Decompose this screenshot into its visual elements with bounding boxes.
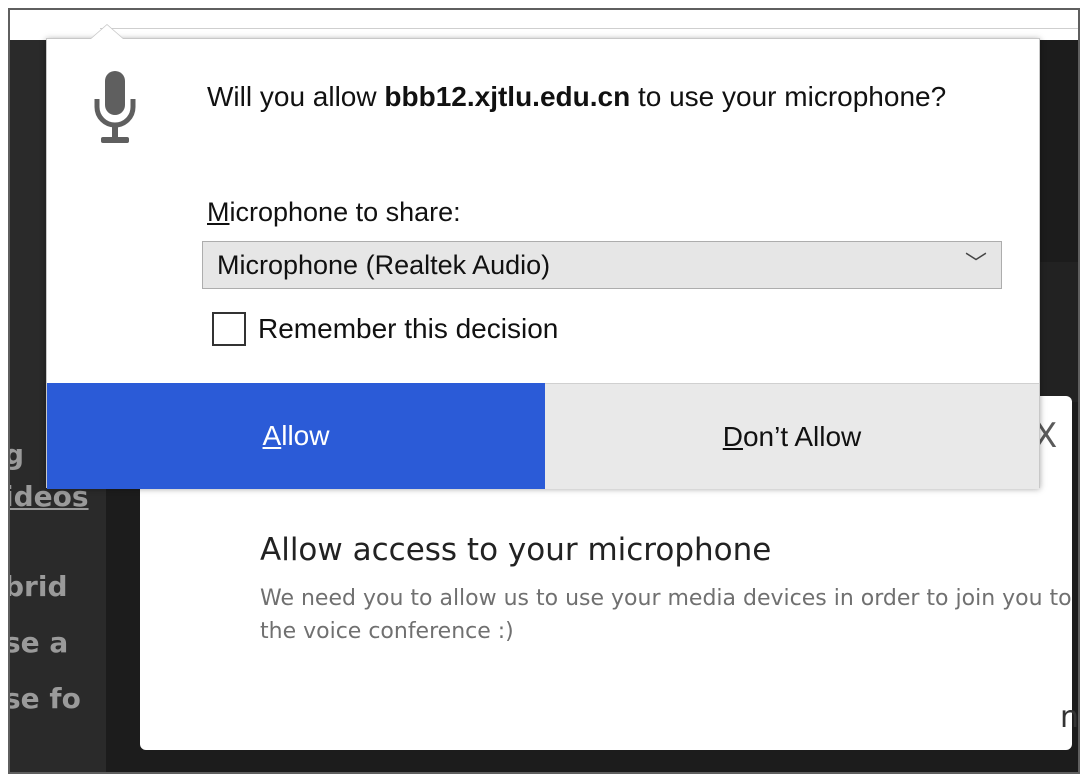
browser-frame: g ideos brid se a se fo X Allow access t… xyxy=(8,8,1080,774)
allow-accesskey: A xyxy=(262,420,282,451)
prompt-prefix: Will you allow xyxy=(207,81,385,112)
microphone-icon xyxy=(94,71,136,143)
microphone-label-text: icrophone to share: xyxy=(229,197,461,227)
page-fragment-3: brid xyxy=(8,570,68,603)
background-panel xyxy=(1038,262,1078,402)
microphone-select-value: Microphone (Realtek Audio) xyxy=(217,250,551,280)
deny-accesskey: D xyxy=(722,420,743,452)
permission-popup: Will you allow bbb12.xjtlu.edu.cn to use… xyxy=(46,25,1040,489)
allow-label: llow xyxy=(281,420,330,451)
remember-label: Remember this decision xyxy=(258,313,559,344)
prompt-site: bbb12.xjtlu.edu.cn xyxy=(384,81,631,112)
prompt-suffix: to use your microphone? xyxy=(630,81,947,112)
microphone-select[interactable]: Microphone (Realtek Audio) ﹀ xyxy=(202,241,1002,289)
toolbar-strip xyxy=(10,10,1078,40)
remember-decision-row[interactable]: Remember this decision xyxy=(212,309,558,349)
page-fragment-1: g xyxy=(10,438,24,471)
deny-label: on’t Allow xyxy=(742,420,862,452)
toolbar-divider xyxy=(100,28,1078,29)
modal-edge-text: n xyxy=(1060,700,1080,735)
microphone-select-label: Microphone to share: xyxy=(207,197,461,228)
popup-anchor-arrow xyxy=(91,25,123,39)
microphone-label-accesskey: M xyxy=(207,197,230,227)
modal-title: Allow access to your microphone xyxy=(260,532,772,568)
permission-buttons: Allow Don’t Allow xyxy=(47,383,1039,489)
modal-description: We need you to allow us to use your medi… xyxy=(260,586,1072,644)
chevron-down-icon: ﹀ xyxy=(964,252,987,277)
page-fragment-5: se fo xyxy=(8,682,81,715)
allow-button[interactable]: Allow xyxy=(47,383,545,489)
permission-prompt: Will you allow bbb12.xjtlu.edu.cn to use… xyxy=(207,75,967,119)
remember-checkbox[interactable] xyxy=(212,312,246,346)
page-fragment-4: se a xyxy=(8,626,69,659)
dont-allow-button[interactable]: Don’t Allow xyxy=(545,383,1039,489)
